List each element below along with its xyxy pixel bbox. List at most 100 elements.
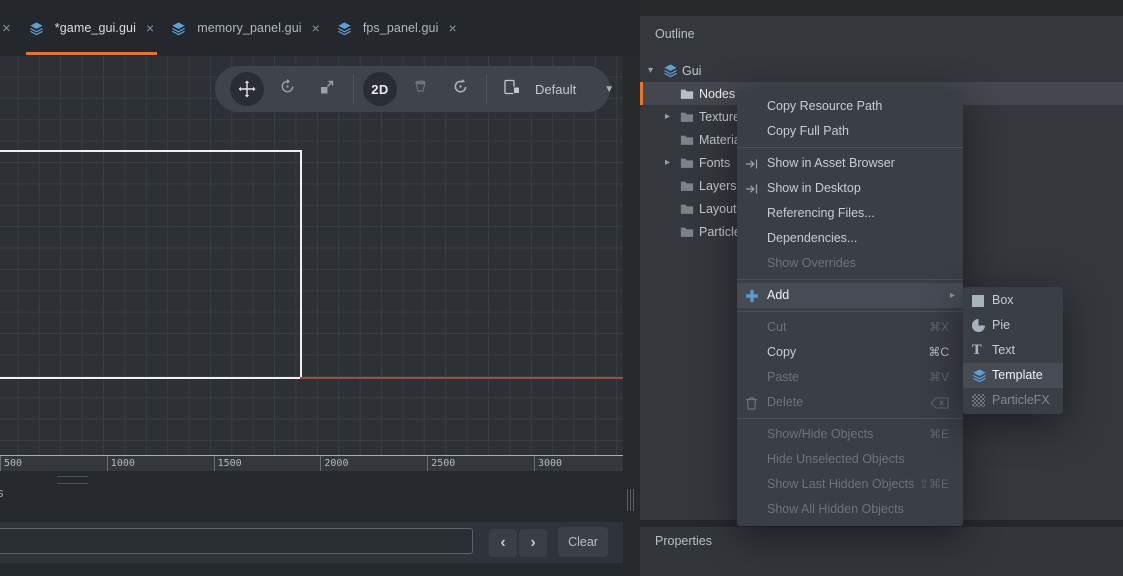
perspective-camera-button[interactable] <box>400 69 440 109</box>
close-icon[interactable]: × <box>312 20 320 36</box>
pie-icon <box>972 313 988 338</box>
folder-icon <box>680 134 699 146</box>
menu-item[interactable]: Copy Resource Path <box>737 94 963 119</box>
box-icon <box>972 288 988 313</box>
close-icon[interactable]: × <box>448 20 456 36</box>
ruler-label: 500 <box>0 456 22 472</box>
rotate-tool-icon <box>279 78 296 100</box>
x-axis-line <box>300 377 623 379</box>
folder-icon <box>680 226 699 238</box>
folder-icon <box>680 203 699 215</box>
editor-tab[interactable]: memory_panel.gui × <box>168 0 323 56</box>
outline-panel-title: Outline <box>655 27 695 41</box>
horizontal-ruler: 500 1000 1500 2000 2500 3000 <box>0 455 623 472</box>
console-find-bar: ‹ › Clear <box>0 522 623 563</box>
jump-icon <box>745 176 763 201</box>
ruler-label: 2500 <box>427 456 455 472</box>
find-next-button[interactable]: › <box>519 529 547 557</box>
add-submenu: Box Pie T Text Template ParticleFX <box>963 287 1063 414</box>
menu-item[interactable]: Pie <box>963 313 1063 338</box>
properties-panel-title: Properties <box>655 534 712 548</box>
menu-divider <box>737 418 963 419</box>
camera-reset-button[interactable] <box>440 69 480 109</box>
menu-item[interactable]: Show in Asset Browser <box>737 151 963 176</box>
particlefx-icon <box>972 388 988 413</box>
folder-icon <box>680 88 699 100</box>
menu-item[interactable]: Template <box>963 363 1063 388</box>
ruler-label: 2000 <box>320 456 348 472</box>
expand-toggle-icon[interactable]: ▸ <box>665 111 680 122</box>
search-input[interactable] <box>0 528 473 554</box>
expand-toggle-icon[interactable]: ▸ <box>665 157 680 168</box>
ruler-label: 1000 <box>107 456 135 472</box>
menu-item: Show Overrides <box>737 251 963 276</box>
toolbar-divider <box>486 74 487 104</box>
editor-tab[interactable]: fps_panel.gui × <box>334 0 460 56</box>
plus-icon <box>745 283 763 308</box>
menu-item: Hide Unselected Objects <box>737 447 963 472</box>
vertical-splitter-grip[interactable] <box>627 489 628 511</box>
menu-item[interactable]: ParticleFX <box>963 388 1063 413</box>
rotate-tool-button[interactable] <box>267 69 307 109</box>
text-icon: T <box>972 338 988 363</box>
gui-file-icon <box>29 21 48 36</box>
camera-reset-icon <box>452 78 469 100</box>
menu-item: Delete <box>737 390 963 415</box>
template-icon <box>972 363 988 388</box>
folder-icon <box>680 111 699 123</box>
console-panel: s <box>0 471 623 522</box>
ruler-label: 1500 <box>214 456 242 472</box>
bottom-strip <box>0 563 623 576</box>
find-previous-button[interactable]: ‹ <box>489 529 517 557</box>
gui-scene-bounds <box>0 150 302 379</box>
menu-item[interactable]: Show in Desktop <box>737 176 963 201</box>
gui-icon <box>663 63 682 78</box>
folder-icon <box>680 180 699 192</box>
device-profile-value: Default <box>535 82 576 97</box>
editor-tab-bar: × *game_gui.gui × memory_panel.gui × fps… <box>0 0 640 56</box>
submenu-arrow-icon: ▸ <box>950 283 955 308</box>
shortcut-label: ⌘V <box>929 365 949 390</box>
menu-item[interactable]: T Text <box>963 338 1063 363</box>
perspective-camera-icon <box>412 78 429 100</box>
chevron-down-icon: ▼ <box>604 84 614 95</box>
close-icon[interactable]: × <box>146 20 154 36</box>
properties-panel: Properties <box>640 527 1123 576</box>
editor-tab[interactable]: *game_gui.gui × <box>26 0 157 56</box>
toolbar-divider <box>353 74 354 104</box>
delete-key-icon <box>930 397 949 409</box>
scene-editor-viewport[interactable]: 2D Default ▼ <box>0 56 623 455</box>
vertical-splitter-grip[interactable] <box>630 489 631 511</box>
vertical-splitter-grip[interactable] <box>633 489 634 511</box>
tree-row[interactable]: ▾ Gui <box>640 59 1123 82</box>
defold-editor-window: { "colors":{"accent_orange":"#e8732c","i… <box>0 0 1123 576</box>
menu-item: Cut ⌘X <box>737 315 963 340</box>
shortcut-label: ⌘X <box>929 315 949 340</box>
folder-icon <box>680 157 699 169</box>
shortcut-label: ⇧⌘E <box>919 472 949 497</box>
trash-icon <box>745 390 763 415</box>
move-tool-button[interactable] <box>227 69 267 109</box>
menu-divider <box>737 311 963 312</box>
menu-item[interactable]: Copy ⌘C <box>737 340 963 365</box>
menu-item: Show Last Hidden Objects ⇧⌘E <box>737 472 963 497</box>
ruler-label: 3000 <box>534 456 562 472</box>
scene-toolbar: 2D Default ▼ <box>215 66 610 112</box>
camera-2d-button[interactable]: 2D <box>360 69 400 109</box>
panel-resize-grip[interactable] <box>57 476 88 484</box>
scale-tool-icon <box>319 79 335 100</box>
menu-item[interactable]: Add ▸ <box>737 283 963 308</box>
gui-file-icon <box>171 21 190 36</box>
clear-button[interactable]: Clear <box>558 527 608 557</box>
shortcut-label: ⌘E <box>929 422 949 447</box>
menu-item[interactable]: Copy Full Path <box>737 119 963 144</box>
device-profile-dropdown[interactable]: Default ▼ <box>503 79 614 100</box>
menu-item[interactable]: Referencing Files... <box>737 201 963 226</box>
menu-item[interactable]: Box <box>963 288 1063 313</box>
menu-item[interactable]: Dependencies... <box>737 226 963 251</box>
scale-tool-button[interactable] <box>307 69 347 109</box>
expand-toggle-icon[interactable]: ▾ <box>648 65 663 76</box>
truncated-panel-label: s <box>0 485 4 500</box>
close-icon[interactable]: × <box>2 20 11 37</box>
menu-item: Paste ⌘V <box>737 365 963 390</box>
